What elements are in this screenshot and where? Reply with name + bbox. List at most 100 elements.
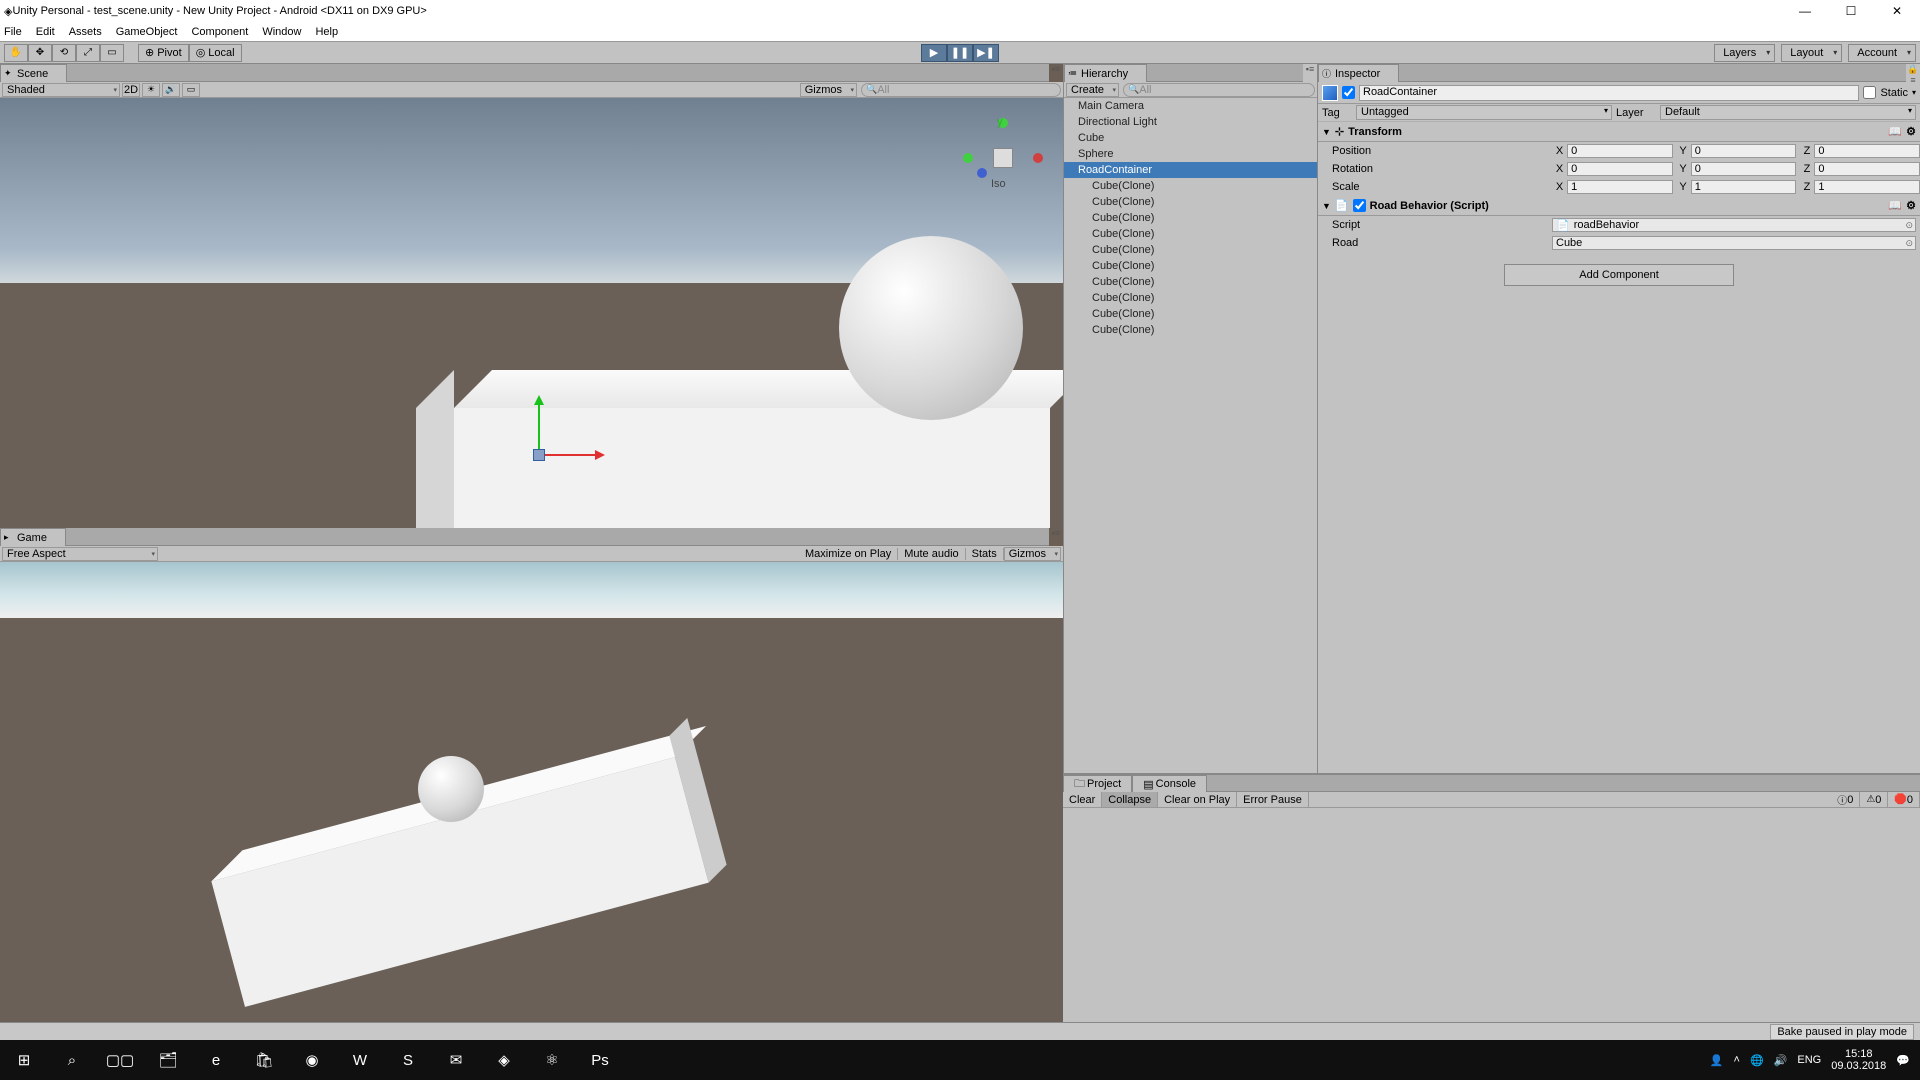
hierarchy-item[interactable]: Directional Light — [1064, 114, 1317, 130]
scale-tool[interactable]: ⤢ — [76, 44, 100, 62]
console-info-count[interactable]: ⓘ0 — [1831, 792, 1860, 807]
minimize-button[interactable]: — — [1782, 4, 1828, 18]
task-view[interactable]: ▢▢ — [96, 1040, 144, 1080]
roadbehavior-settings-icon[interactable]: ⚙ — [1906, 199, 1916, 212]
hierarchy-item[interactable]: Cube(Clone) — [1064, 210, 1317, 226]
pivot-toggle[interactable]: ⊕Pivot — [138, 44, 189, 62]
transform-gizmo[interactable] — [520, 402, 600, 482]
maximize-button[interactable]: ☐ — [1828, 4, 1874, 18]
hierarchy-tab[interactable]: ≔Hierarchy — [1064, 64, 1147, 82]
hierarchy-item[interactable]: Main Camera — [1064, 98, 1317, 114]
script-field[interactable]: 📄roadBehavior⊙ — [1552, 218, 1916, 232]
close-button[interactable]: ✕ — [1874, 4, 1920, 18]
hierarchy-tab-menu[interactable]: ▪≡ — [1303, 64, 1317, 82]
menu-file[interactable]: File — [4, 26, 22, 38]
scene-viewport[interactable]: y Iso — [0, 98, 1063, 528]
inspector-tab[interactable]: ⓘInspector — [1318, 64, 1399, 82]
menu-help[interactable]: Help — [315, 26, 338, 38]
scale-x[interactable]: 1 — [1567, 180, 1673, 194]
console-tab[interactable]: ▤Console — [1132, 775, 1207, 792]
game-aspect-dropdown[interactable]: Free Aspect — [2, 547, 158, 561]
console-collapse[interactable]: Collapse — [1102, 792, 1158, 807]
mute-audio[interactable]: Mute audio — [898, 548, 965, 560]
game-tab[interactable]: ▸Game — [0, 528, 66, 546]
start-button[interactable]: ⊞ — [0, 1040, 48, 1080]
hierarchy-item[interactable]: Cube — [1064, 130, 1317, 146]
tray-up-icon[interactable]: ˄ — [1734, 1054, 1740, 1066]
hierarchy-item[interactable]: Cube(Clone) — [1064, 194, 1317, 210]
transform-settings-icon[interactable]: ⚙ — [1906, 125, 1916, 138]
transform-header[interactable]: ▼ ⊹ Transform 📖 ⚙ — [1318, 122, 1920, 142]
scene-light-toggle[interactable]: ☀ — [142, 83, 160, 97]
sublime-icon[interactable]: S — [384, 1040, 432, 1080]
scene-nav-gizmo[interactable]: y Iso — [963, 118, 1043, 198]
store-icon[interactable]: 🛍 — [240, 1040, 288, 1080]
tray-lang[interactable]: ENG — [1797, 1054, 1821, 1066]
scene-tab[interactable]: ✦Scene — [0, 64, 67, 82]
tray-clock[interactable]: 15:18 09.03.2018 — [1831, 1048, 1886, 1072]
position-y[interactable]: 0 — [1691, 144, 1797, 158]
tray-network-icon[interactable]: 🌐 — [1750, 1054, 1764, 1067]
scale-y[interactable]: 1 — [1691, 180, 1797, 194]
scene-fx-toggle[interactable]: ▭ — [182, 83, 200, 97]
roadbehavior-help-icon[interactable]: 📖 — [1888, 199, 1902, 212]
scale-z[interactable]: 1 — [1814, 180, 1920, 194]
console-error-pause[interactable]: Error Pause — [1237, 792, 1309, 807]
scene-2d-toggle[interactable]: 2D — [122, 83, 140, 97]
roadbehavior-foldout[interactable]: ▼ — [1322, 201, 1331, 211]
local-toggle[interactable]: ◎Local — [189, 44, 242, 62]
photoshop-icon[interactable]: Ps — [576, 1040, 624, 1080]
play-button[interactable]: ▶ — [921, 44, 947, 62]
position-z[interactable]: 0 — [1814, 144, 1920, 158]
console-clear-on-play[interactable]: Clear on Play — [1158, 792, 1237, 807]
tray-volume-icon[interactable]: 🔊 — [1774, 1054, 1788, 1067]
object-picker-icon[interactable]: ⊙ — [1905, 238, 1913, 249]
hierarchy-item[interactable]: Cube(Clone) — [1064, 226, 1317, 242]
tray-people-icon[interactable]: 👤 — [1710, 1054, 1724, 1067]
road-field[interactable]: Cube⊙ — [1552, 236, 1916, 250]
menu-edit[interactable]: Edit — [36, 26, 55, 38]
hierarchy-item[interactable]: RoadContainer — [1064, 162, 1317, 178]
tray-notifications-icon[interactable]: 💬 — [1896, 1054, 1910, 1067]
stats-toggle[interactable]: Stats — [966, 548, 1004, 560]
hierarchy-item[interactable]: Sphere — [1064, 146, 1317, 162]
menu-component[interactable]: Component — [191, 26, 248, 38]
mail-icon[interactable]: ✉ — [432, 1040, 480, 1080]
hand-tool[interactable]: ✋ — [4, 44, 28, 62]
edge-icon[interactable]: e — [192, 1040, 240, 1080]
hierarchy-item[interactable]: Cube(Clone) — [1064, 258, 1317, 274]
hierarchy-search[interactable]: 🔍All — [1123, 83, 1315, 97]
static-checkbox[interactable] — [1863, 86, 1876, 99]
menu-window[interactable]: Window — [262, 26, 301, 38]
console-warn-count[interactable]: ⚠0 — [1860, 792, 1888, 807]
pause-button[interactable]: ❚❚ — [947, 44, 973, 62]
console-clear[interactable]: Clear — [1063, 792, 1102, 807]
game-tab-menu[interactable]: ▪≡ — [1049, 528, 1063, 546]
hierarchy-item[interactable]: Cube(Clone) — [1064, 306, 1317, 322]
step-button[interactable]: ▶❚ — [973, 44, 999, 62]
menu-assets[interactable]: Assets — [69, 26, 102, 38]
project-tab[interactable]: 🗀Project — [1063, 775, 1132, 792]
maximize-on-play[interactable]: Maximize on Play — [799, 548, 898, 560]
rotation-z[interactable]: 0 — [1814, 162, 1920, 176]
layer-dropdown[interactable]: Default — [1660, 105, 1916, 120]
console-error-count[interactable]: 🛑0 — [1888, 792, 1920, 807]
rect-tool[interactable]: ▭ — [100, 44, 124, 62]
scene-tab-menu[interactable]: ▪≡ — [1049, 64, 1063, 82]
hierarchy-item[interactable]: Cube(Clone) — [1064, 322, 1317, 338]
position-x[interactable]: 0 — [1567, 144, 1673, 158]
layers-dropdown[interactable]: Layers — [1714, 44, 1775, 62]
hierarchy-item[interactable]: Cube(Clone) — [1064, 274, 1317, 290]
hierarchy-item[interactable]: Cube(Clone) — [1064, 242, 1317, 258]
word-icon[interactable]: W — [336, 1040, 384, 1080]
gameobject-active-checkbox[interactable] — [1342, 86, 1355, 99]
chrome-icon[interactable]: ◉ — [288, 1040, 336, 1080]
rotation-x[interactable]: 0 — [1567, 162, 1673, 176]
menu-gameobject[interactable]: GameObject — [116, 26, 178, 38]
move-tool[interactable]: ✥ — [28, 44, 52, 62]
layout-dropdown[interactable]: Layout — [1781, 44, 1842, 62]
rotate-tool[interactable]: ⟲ — [52, 44, 76, 62]
unity-icon[interactable]: ◈ — [480, 1040, 528, 1080]
account-dropdown[interactable]: Account — [1848, 44, 1916, 62]
roadbehavior-enabled[interactable] — [1353, 199, 1366, 212]
